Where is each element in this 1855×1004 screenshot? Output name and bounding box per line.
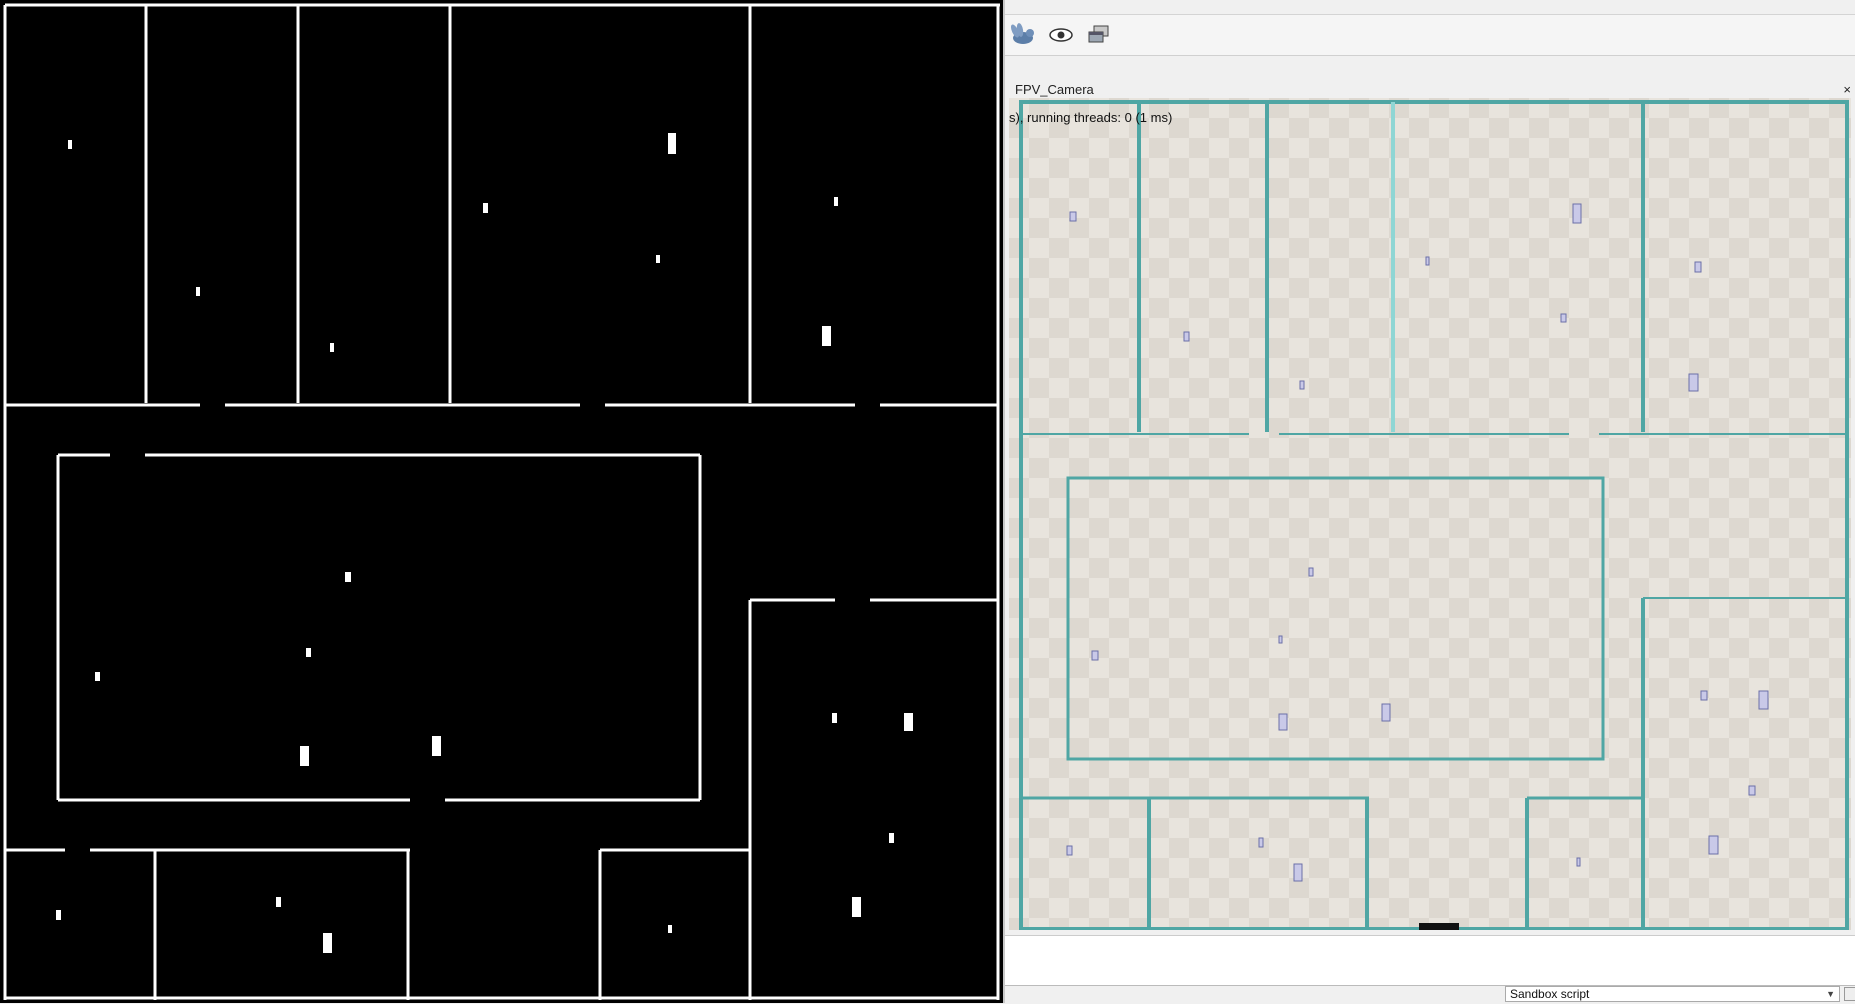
eye-icon[interactable]: [1045, 20, 1077, 50]
camera-view-title: FPV_Camera: [1015, 82, 1094, 97]
status-text: s), running threads: 0 (1 ms): [1009, 110, 1173, 125]
occupancy-map-view: [0, 0, 1003, 1003]
console-panel: [1005, 935, 1855, 986]
rabbit-icon[interactable]: [1007, 20, 1039, 50]
toolbar: [1005, 15, 1855, 56]
menu-strip: [1005, 0, 1855, 15]
script-select-value: Sandbox script: [1510, 987, 1590, 1001]
occupancy-map-canvas: [3, 3, 1000, 1000]
simulator-panel: FPV_Camera × s), running threads: 0 (1 m…: [1005, 0, 1855, 1004]
camera-scene: [1009, 98, 1851, 930]
script-select[interactable]: Sandbox script ▼: [1505, 986, 1840, 1002]
close-icon[interactable]: ×: [1843, 82, 1851, 97]
windows-icon[interactable]: [1083, 20, 1115, 50]
chevron-down-icon: ▼: [1826, 989, 1835, 999]
side-button[interactable]: [1844, 987, 1855, 1001]
fpv-camera-viewport[interactable]: s), running threads: 0 (1 ms): [1009, 98, 1851, 930]
